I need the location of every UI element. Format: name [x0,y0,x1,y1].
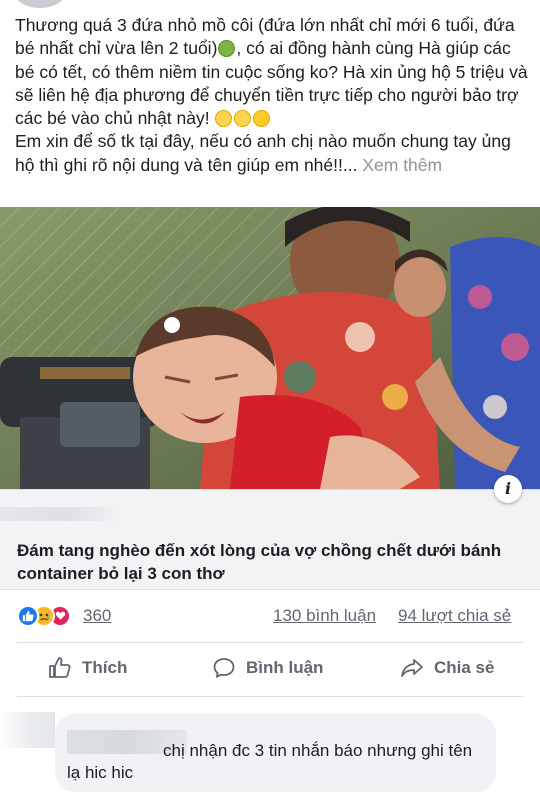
anxious-face-icon [215,110,233,128]
shares-count[interactable]: 94 lượt chia sẻ [398,606,511,626]
link-preview-card[interactable]: i Đám tang nghèo đến xót lòng của vợ chồ… [0,207,540,590]
poster-avatar[interactable] [15,0,65,8]
post-stats: 360 130 bình luận 94 lượt chia sẻ [0,596,540,636]
comments-count[interactable]: 130 bình luận [273,606,376,626]
share-label: Chia sẻ [434,658,495,677]
link-preview-image[interactable] [0,207,540,489]
see-more-link[interactable]: Xem thêm [362,155,442,175]
comment-bubble: chị nhận đc 3 tin nhắn báo nhưng ghi tên… [55,714,496,792]
thumbs-up-icon [49,657,71,678]
divider-top [17,642,523,643]
divider-bottom [17,696,523,697]
crying-face-icon [234,110,252,128]
reaction-icons[interactable] [17,605,81,627]
comment-label: Bình luận [246,658,324,677]
disappointed-face-icon [253,110,271,128]
like-label: Thích [82,658,128,677]
post-text: Thương quá 3 đứa nhỏ mồ côi (đứa lớn nhấ… [15,14,531,177]
post-actions: Thích Bình luận Chia sẻ [0,644,540,692]
reaction-count[interactable]: 360 [83,606,111,626]
commenter-avatar[interactable] [0,712,55,748]
comment-icon [213,658,235,678]
comment-button[interactable]: Bình luận [212,644,323,692]
blurred-domain [0,507,120,521]
comment-text: chị nhận đc 3 tin nhắn báo nhưng ghi tên… [67,741,473,782]
link-title[interactable]: Đám tang nghèo đến xót lòng của vợ chồng… [17,539,527,585]
link-caption[interactable]: Đám tang nghèo đến xót lòng của vợ chồng… [0,489,540,590]
nauseated-face-icon [218,40,236,58]
info-icon[interactable]: i [494,475,522,503]
share-arrow-icon [401,659,423,677]
like-reaction-icon [17,605,39,627]
like-button[interactable]: Thích [48,644,127,692]
share-button[interactable]: Chia sẻ [400,644,494,692]
